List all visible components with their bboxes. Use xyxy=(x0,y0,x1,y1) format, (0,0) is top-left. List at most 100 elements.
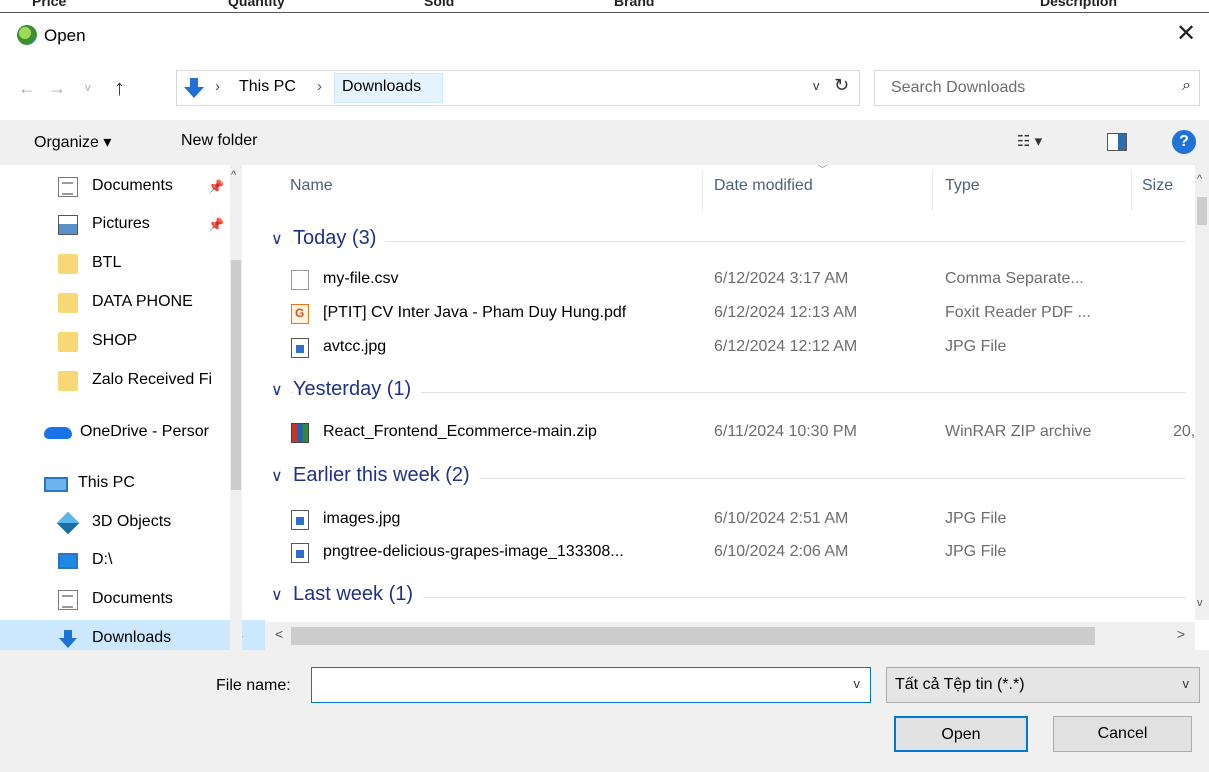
file-type: Foxit Reader PDF ... xyxy=(945,304,1091,321)
sidebar-item-shop[interactable]: SHOP xyxy=(0,323,238,361)
dialog-titlebar: Open ✕ xyxy=(0,14,1209,56)
group-header-last-week[interactable]: ∨ Last week (1) xyxy=(271,583,1186,613)
close-icon[interactable]: ✕ xyxy=(1171,18,1201,50)
scroll-up-icon[interactable]: ^ xyxy=(231,169,236,181)
search-input[interactable]: Search Downloads ⌕ xyxy=(874,70,1200,106)
divider xyxy=(0,12,1209,13)
dialog-title: Open xyxy=(44,26,86,45)
command-toolbar: Organize ▾ New folder ☷ ▾ ? xyxy=(0,120,1209,165)
file-row[interactable]: avtcc.jpg 6/12/2024 12:12 AM JPG File xyxy=(265,331,1185,365)
collapse-chevron-icon[interactable]: ∨ xyxy=(271,466,283,486)
recent-locations-chevron-icon[interactable]: v xyxy=(85,70,91,106)
cancel-button[interactable]: Cancel xyxy=(1053,716,1192,752)
scrollbar-thumb[interactable] xyxy=(291,627,1095,645)
group-header-today[interactable]: ∨ Today (3) xyxy=(271,227,1186,257)
scroll-down-icon[interactable]: v xyxy=(1197,597,1203,609)
file-size: 20,8 xyxy=(1173,423,1195,440)
chevron-down-icon: v xyxy=(1182,676,1190,691)
file-row[interactable]: React_Frontend_Ecommerce-main.zip 6/11/2… xyxy=(265,416,1195,450)
file-row[interactable]: images.jpg 6/10/2024 2:51 AM JPG File xyxy=(265,503,1185,537)
file-name: pngtree-delicious-grapes-image_133308... xyxy=(323,543,624,560)
chevron-down-icon[interactable]: v xyxy=(854,676,861,691)
pdf-file-icon xyxy=(291,304,309,324)
search-icon[interactable]: ⌕ xyxy=(1182,77,1191,95)
downloads-location-icon xyxy=(184,78,204,98)
refresh-icon[interactable]: ↻ xyxy=(834,75,849,96)
scroll-up-icon[interactable]: ^ xyxy=(1197,173,1202,185)
sidebar-item-downloads[interactable]: Downloads v xyxy=(0,620,265,650)
sidebar-item-zalo-received[interactable]: Zalo Received Fi xyxy=(0,362,238,400)
file-list-horizontal-scrollbar[interactable]: < > xyxy=(265,622,1195,650)
help-icon[interactable]: ? xyxy=(1172,130,1196,154)
group-header-yesterday[interactable]: ∨ Yesterday (1) xyxy=(271,378,1186,408)
sidebar-item-this-pc[interactable]: This PC xyxy=(0,465,238,503)
file-type: JPG File xyxy=(945,543,1007,560)
up-arrow-icon[interactable]: ↑ xyxy=(114,70,125,106)
sidebar-item-documents[interactable]: Documents 📌 xyxy=(0,168,238,206)
bg-label: Price xyxy=(32,0,67,9)
sidebar-item-3d-objects[interactable]: 3D Objects xyxy=(0,504,238,542)
sidebar-item-data-phone[interactable]: DATA PHONE xyxy=(0,284,238,322)
breadcrumb-downloads[interactable]: Downloads xyxy=(342,78,421,96)
file-type-select[interactable]: Tất cả Tệp tin (*.*) v xyxy=(886,667,1200,703)
forward-arrow-icon[interactable]: → xyxy=(48,70,66,106)
sidebar-item-label: SHOP xyxy=(92,332,138,349)
file-row[interactable]: my-file.csv 6/12/2024 3:17 AM Comma Sepa… xyxy=(265,263,1185,297)
sidebar-item-label: OneDrive - Persor xyxy=(80,423,209,440)
group-divider xyxy=(291,392,1186,393)
scrollbar-thumb[interactable] xyxy=(1197,197,1207,225)
change-view-icon[interactable]: ☷ ▾ xyxy=(1017,132,1042,150)
group-divider xyxy=(291,241,1186,242)
bg-label: Quantity xyxy=(228,0,285,9)
file-type: WinRAR ZIP archive xyxy=(945,423,1092,440)
column-header-date-modified[interactable]: Date modified xyxy=(714,177,813,195)
organize-button[interactable]: Organize ▾ xyxy=(34,132,111,152)
jpg-file-icon xyxy=(291,338,309,358)
pictures-icon xyxy=(58,215,78,235)
collapse-chevron-icon[interactable]: ∨ xyxy=(271,585,283,605)
app-icon xyxy=(17,25,37,45)
scroll-left-icon[interactable]: < xyxy=(275,626,283,642)
bg-label: Sold xyxy=(424,0,455,9)
file-row[interactable]: pngtree-delicious-grapes-image_133308...… xyxy=(265,536,1185,570)
group-divider xyxy=(291,597,1186,598)
sidebar-item-onedrive[interactable]: OneDrive - Persor xyxy=(0,414,238,452)
column-header-name[interactable]: Name xyxy=(290,177,333,195)
file-type-value: Tất cả Tệp tin (*.*) xyxy=(895,676,1025,693)
sidebar-item-label: DATA PHONE xyxy=(92,293,193,310)
jpg-file-icon xyxy=(291,510,309,530)
file-type: JPG File xyxy=(945,338,1007,355)
column-separator xyxy=(932,171,933,211)
sidebar-item-pictures[interactable]: Pictures 📌 xyxy=(0,206,238,244)
file-date: 6/11/2024 10:30 PM xyxy=(714,423,857,440)
file-name-input[interactable]: v xyxy=(311,667,871,703)
column-header-type[interactable]: Type xyxy=(945,177,980,195)
file-name: [PTIT] CV Inter Java - Pham Duy Hung.pdf xyxy=(323,304,627,321)
group-label: Today (3) xyxy=(293,227,387,250)
pin-icon: 📌 xyxy=(208,217,225,232)
sidebar-item-btl[interactable]: BTL xyxy=(0,245,238,283)
group-header-earlier-this-week[interactable]: ∨ Earlier this week (2) xyxy=(271,464,1186,494)
collapse-chevron-icon[interactable]: ∨ xyxy=(271,229,283,249)
collapse-chevron-icon[interactable]: ∨ xyxy=(271,380,283,400)
sidebar-item-documents-pc[interactable]: Documents xyxy=(0,581,238,619)
scroll-right-icon[interactable]: > xyxy=(1177,626,1185,642)
file-type: Comma Separate... xyxy=(945,270,1084,287)
breadcrumb-this-pc[interactable]: This PC xyxy=(239,78,296,96)
column-header-size[interactable]: Size xyxy=(1142,177,1173,195)
address-dropdown-icon[interactable]: v xyxy=(813,78,820,93)
bg-label: Description xyxy=(1040,0,1118,9)
navigation-scrollbar[interactable]: ^ xyxy=(230,165,242,650)
file-row[interactable]: [PTIT] CV Inter Java - Pham Duy Hung.pdf… xyxy=(265,297,1185,331)
open-button[interactable]: Open xyxy=(894,716,1028,752)
group-label: Earlier this week (2) xyxy=(293,464,480,487)
back-arrow-icon[interactable]: ← xyxy=(18,70,36,106)
preview-pane-icon[interactable] xyxy=(1107,133,1127,151)
file-list-vertical-scrollbar[interactable]: ^ v xyxy=(1195,165,1209,620)
new-folder-button[interactable]: New folder xyxy=(181,132,257,150)
file-list: ﹀ Name Date modified Type Size ∨ Today (… xyxy=(265,165,1195,620)
navigation-pane: Documents 📌 Pictures 📌 BTL DATA PHONE SH… xyxy=(0,165,265,650)
scrollbar-thumb[interactable] xyxy=(231,260,241,490)
sidebar-item-d-drive[interactable]: D:\ xyxy=(0,542,238,580)
address-bar[interactable]: › This PC › Downloads v ↻ xyxy=(176,70,860,106)
